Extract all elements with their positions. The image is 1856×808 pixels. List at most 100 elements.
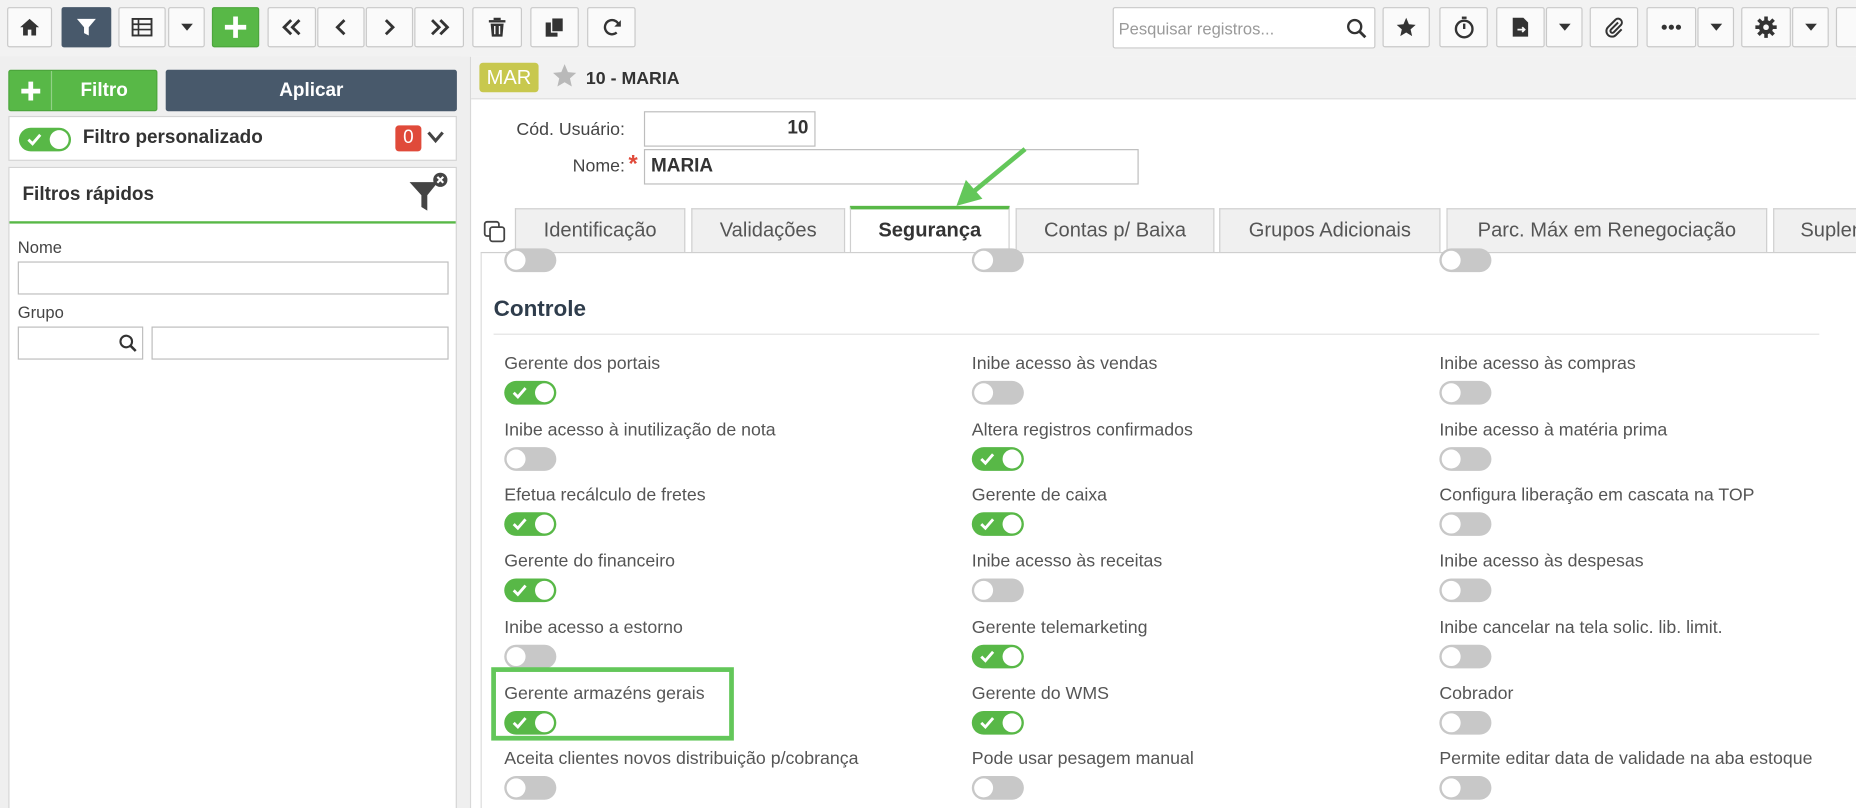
toggle-knob — [506, 449, 526, 469]
filter-settings-icon[interactable] — [407, 172, 450, 215]
option-label: Pode usar pesagem manual — [971, 749, 1194, 770]
record-header: MAR 10 - MARIA — [471, 56, 1856, 100]
toggle-partial[interactable] — [971, 248, 1024, 273]
add-filter-button[interactable]: Filtro — [8, 69, 158, 112]
first-record-button[interactable] — [267, 7, 317, 48]
check-icon — [980, 518, 995, 531]
option-toggle[interactable] — [1439, 512, 1492, 537]
grupo-filter-label: Grupo — [17, 302, 64, 322]
option-toggle[interactable] — [971, 776, 1024, 800]
option-label: Aceita clientes novos distribuição p/cob… — [504, 749, 859, 770]
tab-suplementar[interactable]: Suplen — [1773, 208, 1856, 252]
tab-parc-max-renegociacao[interactable]: Parc. Máx em Renegociação — [1446, 208, 1768, 252]
favorite-button[interactable] — [1382, 7, 1430, 48]
grid-options-button[interactable] — [168, 7, 205, 48]
app-root: Filtro Aplicar Filtro personalizado 0 Fi… — [0, 0, 1856, 808]
toggle-partial[interactable] — [1439, 248, 1492, 273]
option-label: Gerente de caixa — [971, 485, 1108, 506]
option-toggle[interactable] — [504, 776, 557, 800]
timer-icon — [1454, 16, 1474, 39]
check-icon — [27, 133, 42, 146]
apply-button[interactable]: Aplicar — [165, 69, 457, 112]
option-toggle[interactable] — [504, 644, 557, 669]
toggle-partial[interactable] — [504, 248, 557, 273]
filter-button[interactable] — [61, 7, 112, 48]
gear-icon — [1755, 16, 1777, 38]
timer-button[interactable] — [1439, 7, 1488, 48]
tab-contas-baixa[interactable]: Contas p/ Baixa — [1015, 208, 1215, 252]
settings-button[interactable] — [1741, 7, 1791, 48]
option-toggle[interactable] — [971, 380, 1024, 405]
refresh-button[interactable] — [587, 7, 636, 48]
trash-icon — [488, 17, 506, 37]
tab-grupos-adicionais[interactable]: Grupos Adicionais — [1219, 208, 1441, 252]
toggle-knob — [1002, 712, 1022, 732]
toggle-knob — [535, 383, 554, 403]
export-icon — [1512, 17, 1528, 37]
check-icon — [512, 584, 527, 597]
option-toggle[interactable] — [504, 578, 557, 603]
option-toggle[interactable] — [1439, 578, 1492, 603]
nome-filter-input[interactable] — [17, 261, 449, 295]
custom-filter-toggle[interactable] — [18, 127, 72, 152]
duplicate-button[interactable] — [530, 7, 579, 48]
option-toggle[interactable] — [504, 380, 557, 405]
option-label: Gerente telemarketing — [971, 617, 1148, 638]
option-toggle[interactable] — [1439, 776, 1492, 800]
option-toggle[interactable] — [971, 446, 1024, 471]
check-icon — [980, 716, 995, 729]
option-toggle[interactable] — [1439, 644, 1492, 669]
option-toggle[interactable] — [971, 578, 1024, 603]
record-badge: MAR — [479, 62, 539, 93]
star-icon[interactable] — [552, 63, 578, 89]
seguranca-content: Controle Gerente dos portais Inibe acesso… — [480, 248, 1856, 808]
grupo-code-input[interactable] — [17, 326, 144, 360]
toolbar-overflow-button[interactable] — [1835, 7, 1856, 48]
grupo-description-input[interactable] — [151, 326, 449, 360]
search-icon[interactable] — [1346, 18, 1367, 39]
delete-button[interactable] — [472, 7, 522, 48]
option-toggle[interactable] — [971, 710, 1024, 735]
check-icon — [512, 387, 527, 399]
option-label: Inibe acesso às receitas — [971, 551, 1163, 572]
check-icon — [980, 650, 995, 663]
more-options-button[interactable] — [1697, 7, 1735, 48]
grid-icon — [131, 17, 153, 37]
export-options-button[interactable] — [1545, 7, 1583, 48]
home-button[interactable] — [7, 7, 53, 48]
main-toolbar — [0, 0, 1856, 57]
home-icon — [20, 18, 40, 36]
tab-validacoes[interactable]: Validações — [691, 208, 846, 252]
tab-seguranca[interactable]: Segurança — [849, 205, 1010, 252]
option-toggle[interactable] — [1439, 710, 1492, 735]
caret-down-icon — [1709, 23, 1722, 31]
search-icon[interactable] — [118, 334, 137, 353]
attachment-button[interactable] — [1589, 7, 1639, 48]
grid-view-button[interactable] — [118, 7, 166, 48]
option-toggle[interactable] — [971, 644, 1024, 669]
option-toggle[interactable] — [971, 512, 1024, 537]
copy-icon[interactable] — [483, 220, 507, 244]
more-icon — [1661, 24, 1682, 30]
annotation-arrow-icon — [956, 147, 1027, 206]
add-button[interactable] — [211, 7, 260, 48]
search-input[interactable] — [1113, 8, 1339, 48]
next-record-button[interactable] — [365, 7, 414, 48]
option-toggle[interactable] — [504, 446, 557, 471]
chevron-down-icon[interactable] — [426, 130, 445, 144]
plus-icon — [9, 70, 53, 111]
tab-identificacao[interactable]: Identificação — [514, 208, 686, 252]
option-toggle[interactable] — [1439, 446, 1492, 471]
export-button[interactable] — [1496, 7, 1545, 48]
quick-filters-title: Filtros rápidos — [22, 184, 155, 205]
last-record-button[interactable] — [414, 7, 464, 48]
caret-down-icon — [1804, 23, 1817, 31]
option-toggle[interactable] — [1439, 380, 1492, 405]
more-button[interactable] — [1646, 7, 1697, 48]
option-toggle[interactable] — [504, 512, 557, 537]
caret-down-icon — [180, 23, 193, 31]
previous-record-button[interactable] — [317, 7, 365, 48]
nome-input[interactable]: MARIA — [643, 149, 1139, 185]
cod-usuario-input[interactable]: 10 — [643, 111, 816, 147]
settings-options-button[interactable] — [1792, 7, 1829, 48]
